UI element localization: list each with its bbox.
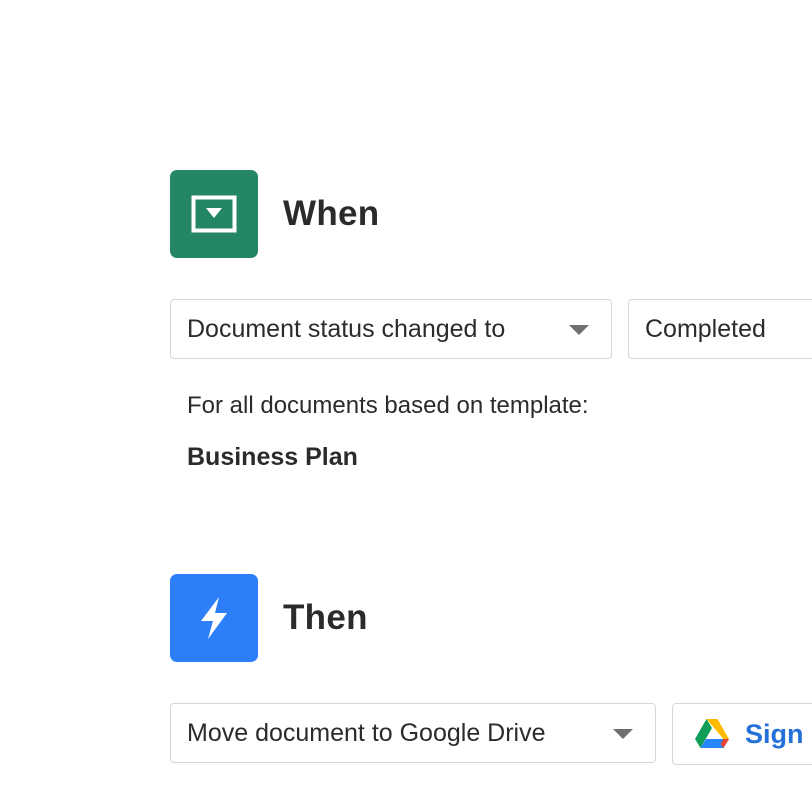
sign-in-google-drive-button[interactable]: Sign <box>672 703 812 765</box>
then-title: Then <box>283 598 368 637</box>
trigger-select-value: Document status changed to <box>187 314 506 343</box>
automation-page: When Document status changed to Complete… <box>0 0 812 812</box>
lightning-icon <box>170 574 258 662</box>
template-caption: For all documents based on template: <box>187 392 589 419</box>
google-drive-icon <box>695 719 729 748</box>
when-section-header: When <box>170 170 379 258</box>
when-title: When <box>283 194 380 233</box>
chevron-down-icon <box>569 325 589 335</box>
sign-button-label: Sign <box>745 718 804 749</box>
status-select[interactable]: Completed <box>628 299 812 359</box>
template-name: Business Plan <box>187 443 358 471</box>
status-select-value: Completed <box>645 314 766 343</box>
action-select[interactable]: Move document to Google Drive <box>170 703 656 763</box>
trigger-select[interactable]: Document status changed to <box>170 299 612 359</box>
document-status-icon <box>170 170 258 258</box>
then-section-header: Then <box>170 574 368 662</box>
chevron-down-icon <box>613 729 633 739</box>
action-select-value: Move document to Google Drive <box>187 718 546 747</box>
